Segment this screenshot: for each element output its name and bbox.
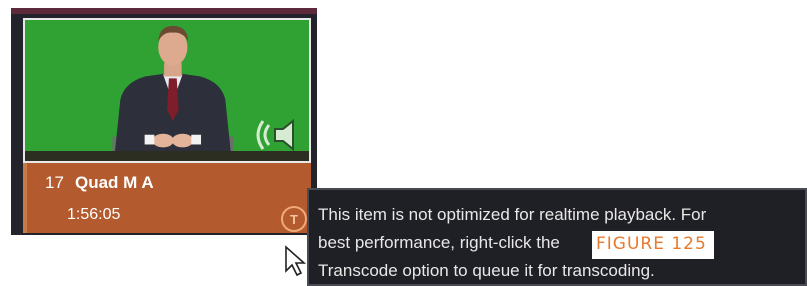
speaker-audio-icon	[256, 118, 294, 152]
media-clip-card[interactable]: 17 Quad M A 1:56:05 T	[11, 8, 317, 235]
clip-number: 17	[45, 173, 64, 192]
transcode-status-icon[interactable]: T	[281, 206, 307, 232]
clip-info-bar: 17 Quad M A 1:56:05 T	[23, 163, 311, 233]
clip-name: Quad M A	[75, 173, 154, 192]
tooltip-line: Transcode option to queue it for transco…	[318, 261, 655, 280]
tooltip-line: best performance, right-click the	[318, 233, 560, 252]
clip-selection-bar	[11, 8, 317, 14]
clip-duration: 1:56:05	[67, 206, 121, 223]
clip-thumbnail[interactable]	[23, 18, 311, 163]
tooltip-line: This item is not optimized for realtime …	[318, 205, 707, 224]
transcode-tooltip: This item is not optimized for realtime …	[307, 188, 807, 286]
figure-caption: FIGURE 125	[592, 231, 714, 259]
